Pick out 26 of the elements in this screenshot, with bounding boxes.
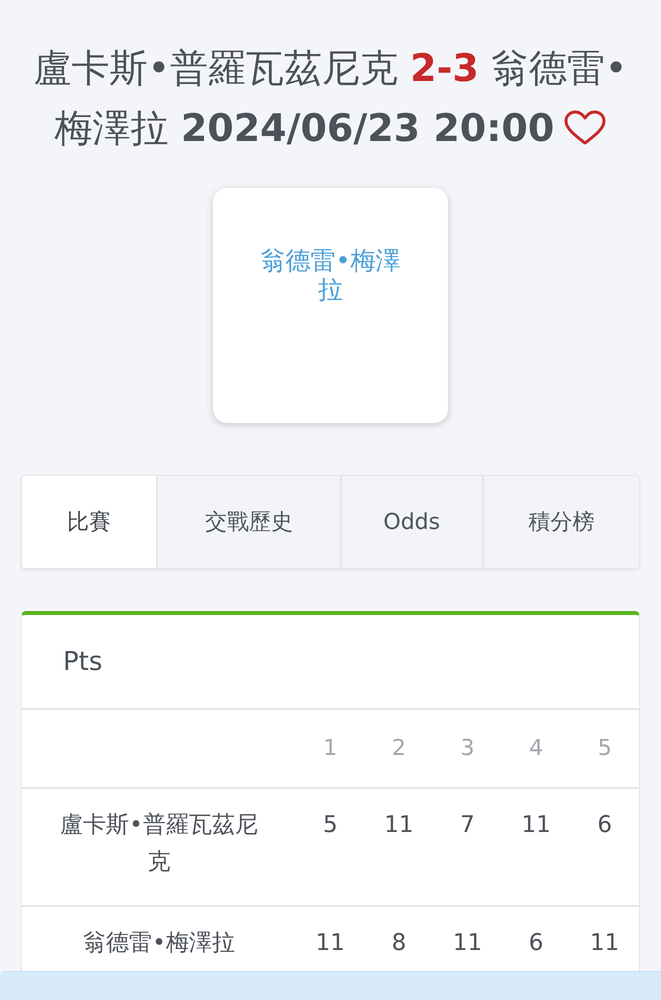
set-number: 2: [390, 736, 407, 761]
set-number: 1: [322, 736, 338, 761]
set-score: 11: [383, 811, 415, 840]
tab[interactable]: 交戰歷史: [156, 476, 340, 568]
set-number: 5: [596, 736, 613, 761]
set-number: 3: [459, 736, 476, 761]
tab[interactable]: 比賽: [22, 476, 156, 568]
set-number: 4: [528, 736, 544, 761]
set-score: 5: [322, 811, 339, 840]
set-score: 11: [520, 811, 552, 840]
set-score: 11: [452, 929, 484, 958]
set-score: 8: [390, 929, 408, 958]
set-score: 6: [596, 811, 613, 840]
tab[interactable]: Odds: [340, 476, 482, 568]
player-name: 盧卡斯•普羅瓦茲尼克: [59, 811, 259, 877]
set-score: 11: [589, 929, 620, 958]
team-name: 翁德雷•梅澤拉: [260, 246, 402, 304]
table-title: Pts: [63, 646, 102, 676]
player-name: 翁德雷•梅澤拉: [83, 929, 235, 958]
set-score: 7: [459, 811, 476, 840]
tab[interactable]: 積分榜: [482, 476, 639, 568]
match-title-line: 梅澤拉 2024/06/23 20:00: [54, 105, 554, 152]
match-title-line: 盧卡斯•普羅瓦茲尼克 2-3 翁德雷•: [34, 45, 628, 92]
set-score: 11: [314, 929, 346, 958]
heart-icon[interactable]: [564, 110, 606, 146]
set-score: 6: [528, 929, 544, 958]
